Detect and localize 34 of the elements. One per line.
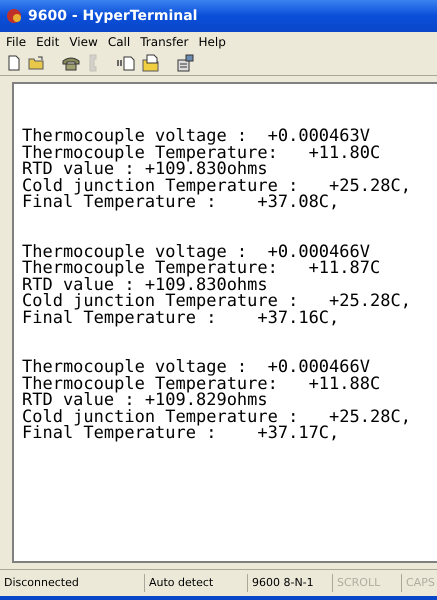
properties-icon[interactable] — [176, 54, 194, 72]
terminal-line: Final Temperature : +37.08C, — [22, 194, 340, 210]
terminal-line: Thermocouple voltage : +0.000466V — [22, 244, 370, 260]
folder-icon[interactable] — [28, 55, 46, 71]
menu-item[interactable]: Call — [108, 34, 130, 48]
menu-item[interactable]: Help — [198, 34, 226, 48]
status-field: Auto detect — [145, 574, 248, 592]
terminal-line: Cold junction Temperature : +25.28C, — [22, 178, 412, 194]
terminal-line: RTD value : +109.830ohms — [22, 161, 268, 178]
menu-item[interactable]: Edit — [36, 34, 60, 48]
receive-file-icon[interactable] — [142, 54, 160, 72]
menu-item[interactable]: View — [69, 34, 98, 48]
window-title: 9600 - HyperTerminal — [28, 8, 198, 24]
status-field: Disconnected — [0, 574, 145, 592]
terminal-line: Thermocouple voltage : +0.000466V — [22, 359, 370, 376]
terminal-line: Thermocouple Temperature: +11.88C — [22, 376, 382, 392]
status-field: 9600 8-N-1 — [248, 574, 333, 592]
terminal-line: Final Temperature : +37.17C, — [22, 425, 340, 442]
status-field: SCROLL — [333, 574, 402, 592]
menu-item[interactable]: Transfer — [140, 34, 188, 48]
terminal-line: Thermocouple Temperature: +11.87C — [22, 260, 382, 276]
terminal-line: Final Temperature : +37.16C, — [22, 310, 340, 326]
app-icon — [6, 8, 22, 24]
terminal-line: Thermocouple Temperature: +11.80C — [22, 144, 382, 161]
send-file-icon[interactable] — [116, 55, 136, 71]
terminal-screen[interactable] — [12, 82, 437, 563]
terminal-line: RTD value : +109.829ohms — [22, 392, 268, 408]
status-field: CAPS — [402, 574, 437, 592]
terminal-line: Cold junction Temperature : +25.28C, — [22, 408, 412, 425]
terminal-line: Thermocouple voltage : +0.000463V — [22, 128, 370, 144]
terminal-line: RTD value : +109.830ohms — [22, 276, 268, 293]
terminal-line: Cold junction Temperature : +25.28C, — [22, 293, 412, 310]
menu-item[interactable]: File — [6, 34, 26, 48]
new-file-icon[interactable] — [6, 55, 22, 71]
